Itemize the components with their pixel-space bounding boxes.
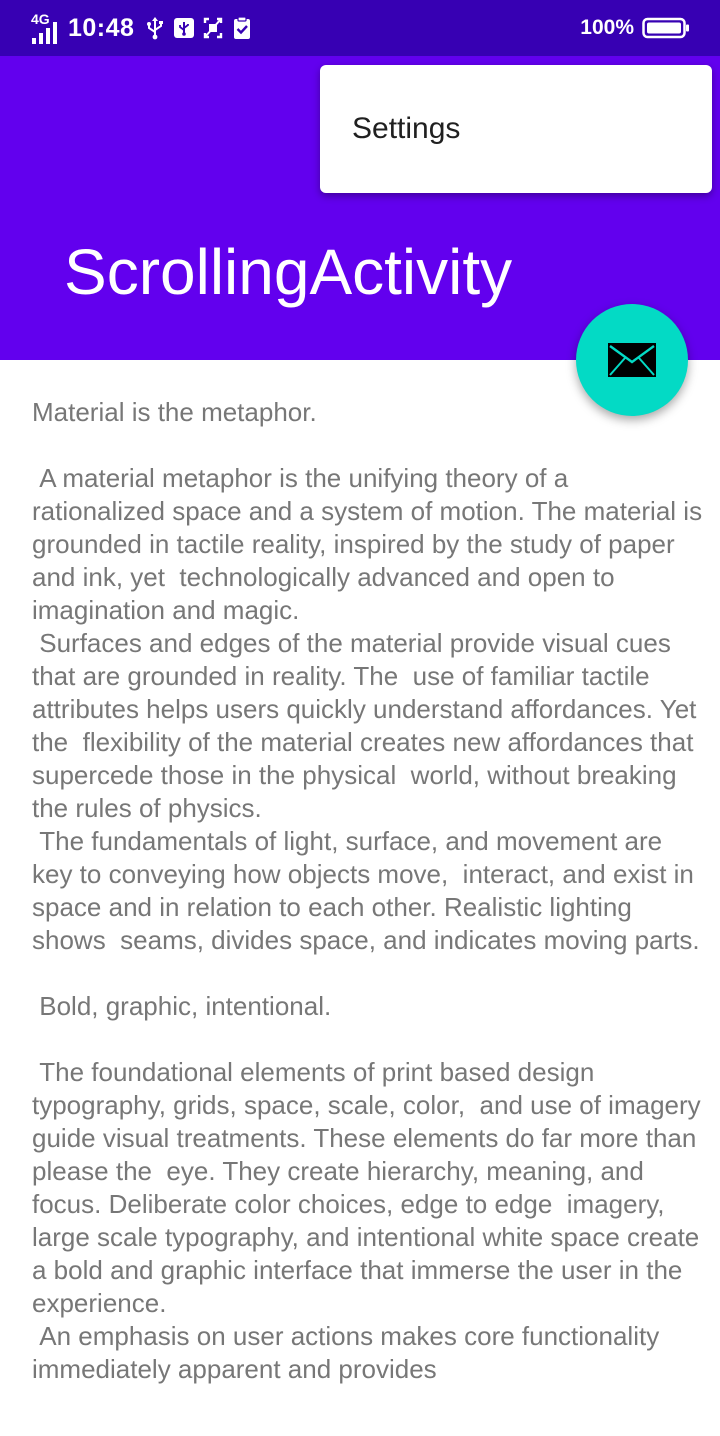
- email-icon: [608, 343, 656, 377]
- status-left: 4G 10:48: [30, 0, 260, 56]
- clipboard-check-icon: [234, 16, 251, 39]
- toolbar-title: ScrollingActivity: [64, 236, 513, 308]
- status-right: 100%: [580, 0, 690, 56]
- battery-icon: [642, 17, 689, 39]
- overflow-menu: Settings: [320, 65, 712, 193]
- status-bar: 4G 10:48 100%: [0, 0, 720, 56]
- email-fab[interactable]: [576, 304, 688, 416]
- usb-debug-icon: [174, 18, 195, 38]
- status-time: 10:48: [68, 13, 135, 42]
- screenshot-icon: [204, 17, 223, 39]
- menu-item-settings[interactable]: Settings: [352, 109, 460, 149]
- network-indicator: 4G: [30, 8, 62, 48]
- usb-icon: [147, 17, 164, 40]
- battery-percent: 100%: [580, 16, 634, 39]
- signal-icon: [32, 22, 57, 44]
- content-text: Material is the metaphor. A material met…: [32, 397, 703, 1384]
